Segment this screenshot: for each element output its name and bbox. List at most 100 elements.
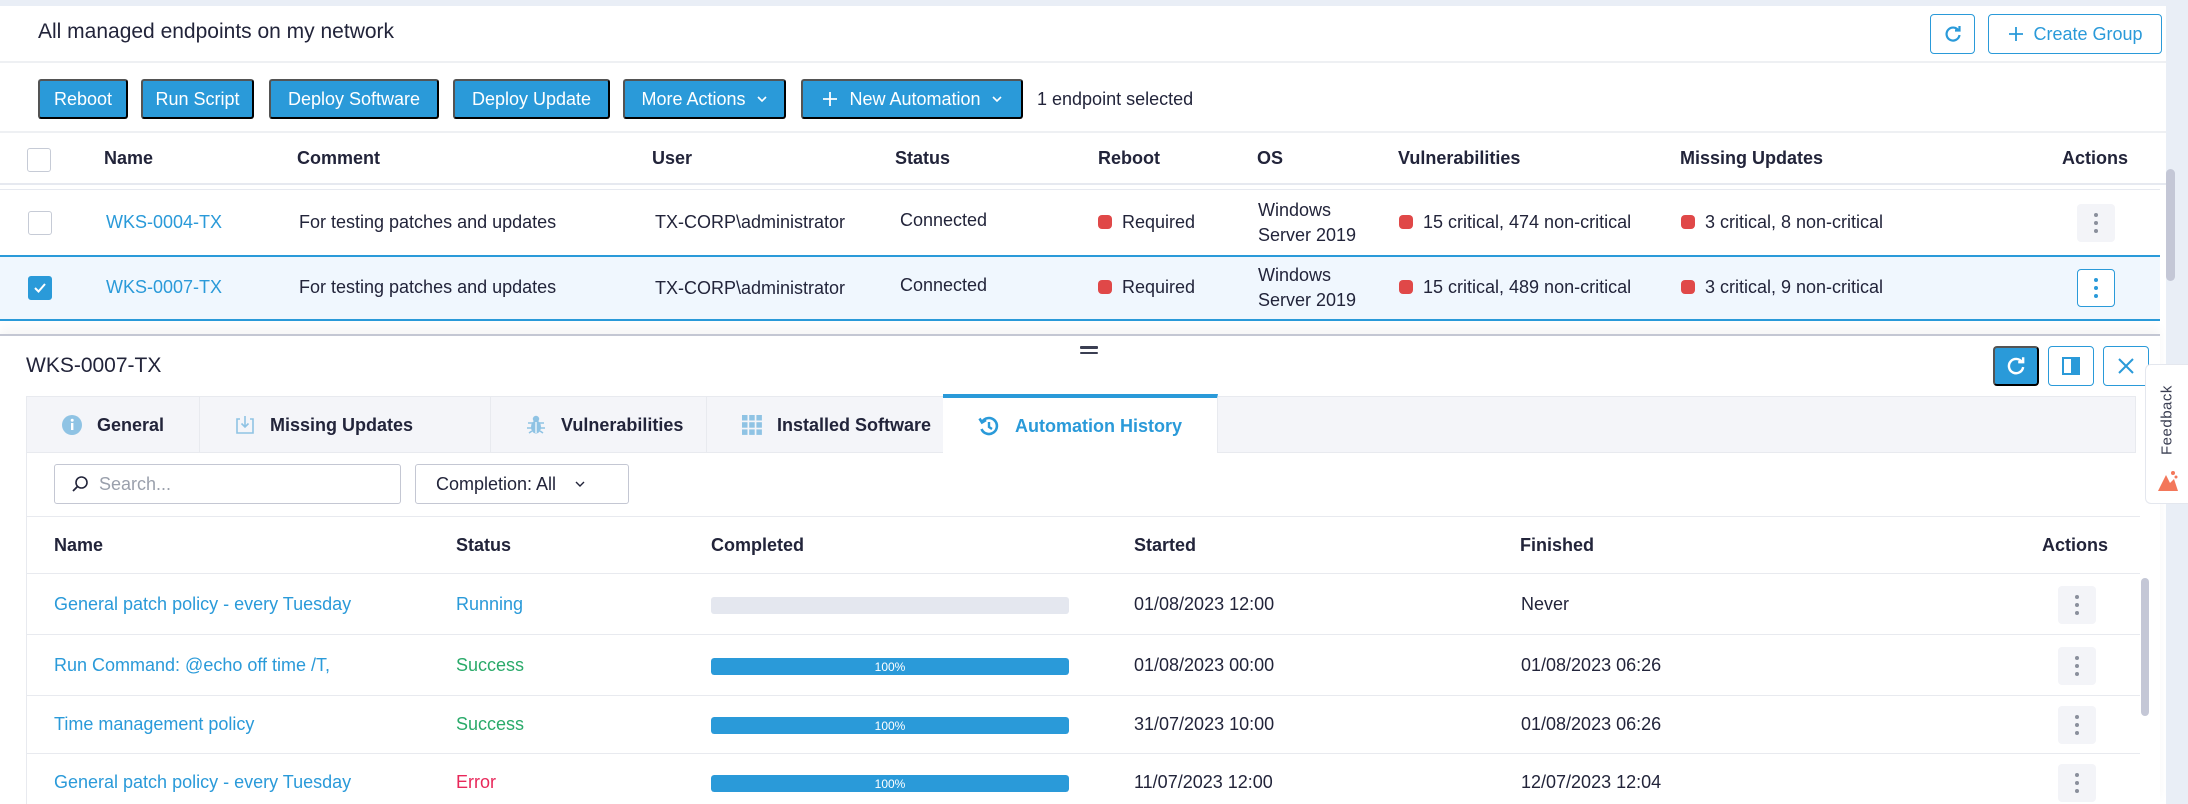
automation-status: Error [456,772,496,792]
column-header-started[interactable]: Started [1134,535,1196,556]
history-row[interactable]: Run Command: @echo off time /T, Success 10… [27,635,2140,696]
row-actions-button[interactable] [2077,204,2115,242]
resize-handle-icon[interactable] [1080,346,1098,357]
column-header-status[interactable]: Status [895,148,950,169]
history-row[interactable]: General patch policy - every Tuesday Runn… [27,574,2140,635]
row-actions-button[interactable] [2058,647,2096,685]
automation-name-link[interactable]: Time management policy [54,714,254,735]
history-scrollbar[interactable] [2141,578,2149,716]
endpoint-row[interactable]: WKS-0004-TX For testing patches and upda… [0,189,2160,255]
more-actions-button[interactable]: More Actions [623,79,786,119]
new-automation-button[interactable]: New Automation [801,79,1023,119]
detail-title: WKS-0007-TX [26,354,162,377]
history-icon [978,416,999,436]
column-header-status[interactable]: Status [456,535,511,556]
automation-name-link[interactable]: Run Command: @echo off time /T, [54,655,330,676]
create-group-button[interactable]: Create Group [1988,14,2162,54]
close-detail-button[interactable] [2103,346,2149,386]
column-header-comment[interactable]: Comment [297,148,380,169]
endpoint-status: Connected [900,210,988,230]
automation-name-link[interactable]: General patch policy - every Tuesday [54,594,351,615]
column-header-missing-updates[interactable]: Missing Updates [1680,148,1823,169]
column-header-finished[interactable]: Finished [1520,535,1594,556]
row-checkbox[interactable] [28,211,52,235]
status-dot-icon [1399,280,1413,294]
deploy-software-label: Deploy Software [287,88,421,109]
column-header-actions: Actions [2042,535,2109,555]
toggle-side-panel-button[interactable] [2048,346,2094,386]
row-actions-button[interactable] [2058,586,2096,624]
history-row[interactable]: General patch policy - every Tuesday Erro… [27,754,2140,804]
plus-icon [2009,27,2024,41]
column-header-name[interactable]: Name [104,148,153,169]
tab-general[interactable]: General [27,397,200,453]
missing-updates-text: 3 critical, 9 non-critical [1705,277,1884,297]
select-all-checkbox[interactable] [27,148,51,172]
automation-finished: 12/07/2023 12:04 [1521,772,1662,792]
reboot-button[interactable]: Reboot [38,79,128,119]
refresh-icon [1944,26,1961,42]
side-panel-icon [2062,357,2080,375]
kebab-icon [2075,656,2079,676]
deploy-update-button[interactable]: Deploy Update [453,79,610,119]
endpoint-os: Windows Server 2019 [1258,263,1356,313]
detail-tabs: General Missing Updates Vulnerabilities … [26,394,2136,454]
automation-status: Running [456,594,524,614]
grid-icon [742,415,762,435]
endpoint-user: TX-CORP\administrator [655,212,846,232]
refresh-button[interactable] [1930,14,1975,54]
completion-filter-dropdown[interactable]: Completion: All [415,464,629,504]
tab-label: Missing Updates [270,414,414,435]
column-header-name[interactable]: Name [54,535,103,556]
column-header-completed[interactable]: Completed [711,535,804,556]
endpoint-os: Windows Server 2019 [1258,198,1356,248]
filter-label: Completion: All [436,473,557,494]
endpoint-row-selected[interactable]: WKS-0007-TX For testing patches and upda… [0,255,2160,321]
endpoint-name-link[interactable]: WKS-0004-TX [106,212,222,233]
tab-automation-history[interactable]: Automation History [943,394,1218,454]
run-script-label: Run Script [155,88,240,109]
history-row[interactable]: Time management policy Success 100% 31/07/2… [27,696,2140,754]
tab-label: General [97,414,165,435]
new-automation-label: New Automation [849,88,981,109]
vulnerabilities-text: 15 critical, 474 non-critical [1423,212,1632,232]
endpoint-detail-panel: WKS-0007-TX General Missing Updates Vuln… [0,334,2160,804]
chevron-down-icon [575,481,585,487]
tab-label: Vulnerabilities [561,414,684,435]
vulnerabilities-text: 15 critical, 489 non-critical [1423,277,1632,297]
page-title: All managed endpoints on my network [38,20,395,43]
tab-label: Automation History [1015,415,1183,436]
tab-vulnerabilities[interactable]: Vulnerabilities [491,397,707,453]
progress-bar: 100% [711,717,1069,734]
row-checkbox-checked[interactable] [28,276,52,300]
automation-name-link[interactable]: General patch policy - every Tuesday [54,772,351,793]
page-header: All managed endpoints on my network Crea… [0,6,2166,63]
column-header-os[interactable]: OS [1257,148,1283,169]
endpoint-status: Connected [900,275,988,295]
row-actions-button[interactable] [2058,764,2096,802]
chevron-down-icon [756,96,767,103]
row-actions-button[interactable] [2058,706,2096,744]
endpoints-scrollbar[interactable] [2166,169,2175,281]
missing-updates-text: 3 critical, 8 non-critical [1705,212,1884,232]
chevron-down-icon [991,96,1002,103]
search-box[interactable] [54,464,401,504]
column-header-user[interactable]: User [652,148,692,169]
tab-installed-software[interactable]: Installed Software [707,397,970,453]
feedback-widget[interactable]: Feedback [2145,364,2188,504]
search-input[interactable] [99,473,379,495]
tab-label: Installed Software [777,414,932,435]
create-group-label: Create Group [2033,23,2143,44]
deploy-software-button[interactable]: Deploy Software [269,79,439,119]
endpoint-name-link[interactable]: WKS-0007-TX [106,277,222,298]
endpoint-comment: For testing patches and updates [299,277,557,297]
status-dot-icon [1098,280,1112,294]
row-actions-button[interactable] [2077,269,2115,307]
column-header-vulnerabilities[interactable]: Vulnerabilities [1398,148,1520,169]
tab-missing-updates[interactable]: Missing Updates [200,397,491,453]
detail-refresh-button[interactable] [1993,346,2039,386]
run-script-button[interactable]: Run Script [141,79,254,119]
action-toolbar: Reboot Run Script Deploy Software Deploy… [0,63,2166,133]
column-header-reboot[interactable]: Reboot [1098,148,1160,169]
reboot-label: Reboot [53,88,113,109]
